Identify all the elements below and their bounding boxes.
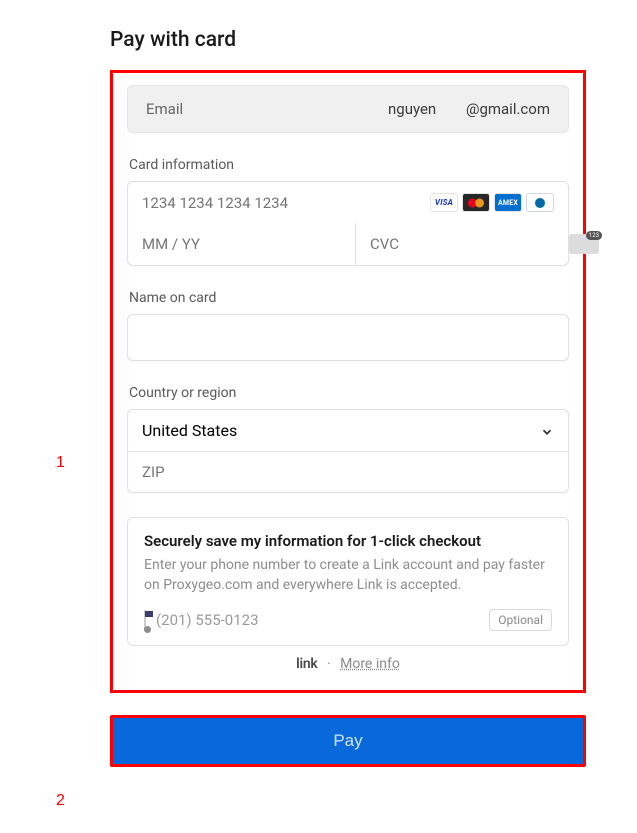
phone-input[interactable]: (201) 555-0123 bbox=[156, 611, 479, 629]
card-info-label: Card information bbox=[129, 157, 569, 173]
card-split-row bbox=[128, 223, 568, 265]
page-title: Pay with card bbox=[110, 28, 595, 52]
card-number-field[interactable]: VISA AMEX bbox=[128, 182, 568, 223]
chevron-down-icon bbox=[540, 424, 554, 438]
email-label: Email bbox=[146, 100, 183, 118]
name-on-card-field[interactable] bbox=[127, 314, 569, 361]
cvc-icon bbox=[569, 234, 599, 254]
link-description: Enter your phone number to create a Link… bbox=[144, 556, 552, 595]
email-mid-redacted bbox=[436, 100, 466, 118]
country-selected-value: United States bbox=[142, 421, 237, 440]
link-logo: link bbox=[296, 656, 317, 672]
link-save-box: Securely save my information for 1-click… bbox=[127, 517, 569, 646]
card-cvc-input[interactable] bbox=[370, 235, 569, 253]
name-on-card-label: Name on card bbox=[129, 290, 569, 306]
annotation-1: 1 bbox=[56, 454, 65, 472]
pay-button[interactable]: Pay bbox=[110, 715, 586, 767]
email-value: nguyen @gmail.com bbox=[351, 100, 550, 118]
card-number-input[interactable] bbox=[142, 194, 430, 212]
card-brand-icons: VISA AMEX bbox=[430, 193, 554, 212]
card-cvc-field[interactable] bbox=[355, 223, 613, 265]
card-field-group: VISA AMEX bbox=[127, 181, 569, 266]
email-row[interactable]: Email nguyen @gmail.com bbox=[127, 85, 569, 133]
zip-field[interactable] bbox=[128, 451, 568, 492]
card-expiry-input[interactable] bbox=[142, 235, 341, 253]
us-flag-icon bbox=[144, 610, 146, 631]
payment-form-highlight: Email nguyen @gmail.com Card information… bbox=[110, 70, 586, 693]
email-domain: @gmail.com bbox=[466, 100, 550, 118]
visa-icon: VISA bbox=[430, 193, 458, 212]
zip-input[interactable] bbox=[142, 463, 554, 481]
amex-icon: AMEX bbox=[494, 193, 522, 212]
country-label: Country or region bbox=[129, 385, 569, 401]
link-title: Securely save my information for 1-click… bbox=[144, 532, 552, 550]
email-local-redacted bbox=[351, 100, 388, 118]
country-select[interactable]: United States bbox=[128, 410, 568, 451]
annotation-2: 2 bbox=[56, 792, 65, 810]
email-middle: nguyen bbox=[388, 100, 436, 118]
link-footer: link · More info bbox=[127, 656, 569, 672]
more-info-link[interactable]: More info bbox=[340, 656, 400, 672]
phone-country-flag[interactable] bbox=[144, 611, 146, 630]
name-on-card-input[interactable] bbox=[142, 329, 554, 347]
optional-badge: Optional bbox=[489, 609, 552, 631]
link-phone-row[interactable]: (201) 555-0123 Optional bbox=[144, 609, 552, 631]
mastercard-icon bbox=[462, 193, 490, 212]
footer-dot: · bbox=[327, 656, 331, 672]
diners-icon bbox=[526, 193, 554, 212]
card-expiry-field[interactable] bbox=[128, 223, 355, 265]
country-field-group: United States bbox=[127, 409, 569, 493]
